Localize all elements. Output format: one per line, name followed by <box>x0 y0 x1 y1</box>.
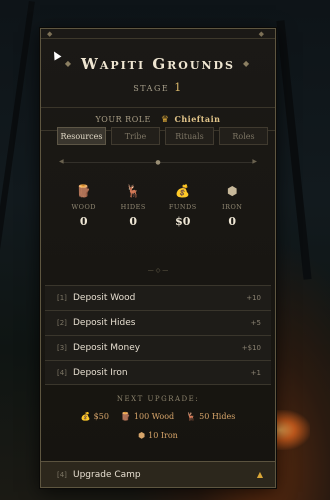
camp-title: ◆ Wapiti Grounds ◆ <box>41 55 275 73</box>
resource-iron: ⬢ IRON 0 <box>208 184 258 228</box>
tab-roles[interactable]: Roles <box>219 127 268 145</box>
tab-bar: Resources Tribe Rituals Roles <box>57 127 268 145</box>
ornament-icon: ◆ <box>258 29 269 38</box>
cost-hides: 🦌 50 Hides <box>186 412 235 421</box>
hotkey-label: [3] <box>57 344 67 352</box>
resource-wood: 🪵 WOOD 0 <box>59 184 109 228</box>
iron-icon: ⬢ <box>227 184 238 198</box>
deer-icon: 🦌 <box>125 184 141 198</box>
resource-hides: 🦌 HIDES 0 <box>109 184 159 228</box>
deposit-hides-button[interactable]: [2] Deposit Hides +5 <box>45 310 271 335</box>
action-label: Deposit Money <box>73 343 141 353</box>
action-reward: +$10 <box>241 344 261 352</box>
hotkey-label: [1] <box>57 294 67 302</box>
triangle-up-icon: ▲ <box>256 470 263 479</box>
cost-funds: 💰 $50 <box>81 412 109 421</box>
resource-value: 0 <box>79 215 88 228</box>
deer-icon: 🦌 <box>186 412 197 421</box>
divider <box>41 107 275 108</box>
action-label: Deposit Iron <box>73 367 128 378</box>
resource-summary: 🪵 WOOD 0 🦌 HIDES 0 💰 FUNDS $0 ⬢ IRON 0 <box>59 184 257 228</box>
upgrade-camp-button[interactable]: [4] Upgrade Camp ▲ <box>41 461 275 487</box>
arrow-right-icon: ▶ <box>252 158 257 165</box>
tab-resources[interactable]: Resources <box>57 127 106 145</box>
action-label: Deposit Hides <box>73 318 136 328</box>
cost-iron: ⬢ 10 Iron <box>138 431 178 440</box>
cost-text: $50 <box>93 412 109 421</box>
iron-icon: ⬢ <box>138 431 146 440</box>
role-label: Your Role <box>95 115 151 124</box>
money-bag-icon: 💰 <box>80 412 91 421</box>
dot-icon: ● <box>155 159 161 166</box>
ornament-icon: — ◇ — <box>147 267 169 274</box>
stage-indicator: Stage 1 <box>41 81 275 94</box>
resource-value: 0 <box>129 215 138 228</box>
action-reward: +1 <box>250 368 261 377</box>
resource-label: HIDES <box>120 203 146 211</box>
cost-text: 10 Iron <box>148 431 178 440</box>
deposit-iron-button[interactable]: [4] Deposit Iron +1 <box>45 360 271 385</box>
upgrade-costs: 💰 $50 🪵 100 Wood 🦌 50 Hides <box>53 412 263 421</box>
cost-text: 100 Wood <box>133 412 175 421</box>
next-upgrade-box: NEXT UPGRADE: 💰 $50 🪵 100 Wood 🦌 50 Hides ⬢… <box>53 395 263 465</box>
cost-text: 50 Hides <box>199 412 236 421</box>
deposit-actions: [1] Deposit Wood +10 [2] Deposit Hides +… <box>45 285 271 385</box>
action-reward: +5 <box>250 319 261 327</box>
panel-top-bar: ◆ ◆ <box>41 29 275 39</box>
hotkey-label: [4] <box>57 470 67 479</box>
resource-funds: 💰 FUNDS $0 <box>158 184 208 228</box>
stage-label: Stage <box>133 84 170 93</box>
resource-label: IRON <box>222 203 243 211</box>
wood-icon: 🪵 <box>120 412 131 421</box>
ornamental-divider: ◀ ● ▶ <box>59 158 257 166</box>
tab-rituals[interactable]: Rituals <box>165 127 214 145</box>
role-row: Your Role ♛ Chieftain <box>41 109 275 129</box>
cost-wood: 🪵 100 Wood <box>121 412 174 421</box>
wood-icon: 🪵 <box>76 184 92 198</box>
resource-label: WOOD <box>71 203 97 211</box>
camp-title-text: Wapiti Grounds <box>80 55 235 73</box>
deposit-money-button[interactable]: [3] Deposit Money +$10 <box>45 335 271 360</box>
stage-value: 1 <box>174 81 183 94</box>
tab-tribe[interactable]: Tribe <box>111 127 160 145</box>
hotkey-label: [2] <box>57 319 67 327</box>
tree-silhouette <box>0 1 35 299</box>
diamond-icon: ◆ <box>243 58 252 68</box>
resource-value: $0 <box>175 215 191 228</box>
diamond-icon: ◆ <box>64 58 73 68</box>
crown-icon: ♛ <box>160 115 170 125</box>
deposit-wood-button[interactable]: [1] Deposit Wood +10 <box>45 285 271 310</box>
upgrade-camp-label: Upgrade Camp <box>73 469 141 480</box>
action-label: Deposit Wood <box>73 293 136 303</box>
hotkey-label: [4] <box>57 368 67 377</box>
camp-panel: ◆ ◆ ◆ Wapiti Grounds ◆ Stage 1 Your Role ♛ Ch… <box>40 28 276 488</box>
tree-silhouette <box>276 20 312 280</box>
resource-label: FUNDS <box>168 203 197 211</box>
upgrade-costs-row2: ⬢ 10 Iron <box>53 431 263 440</box>
action-reward: +10 <box>246 294 261 302</box>
resource-value: 0 <box>228 215 237 228</box>
money-bag-icon: 💰 <box>175 184 191 198</box>
role-value: Chieftain <box>174 114 221 124</box>
ornament-icon: ◆ <box>47 29 58 38</box>
arrow-left-icon: ◀ <box>59 158 64 165</box>
next-upgrade-heading: NEXT UPGRADE: <box>116 395 200 403</box>
